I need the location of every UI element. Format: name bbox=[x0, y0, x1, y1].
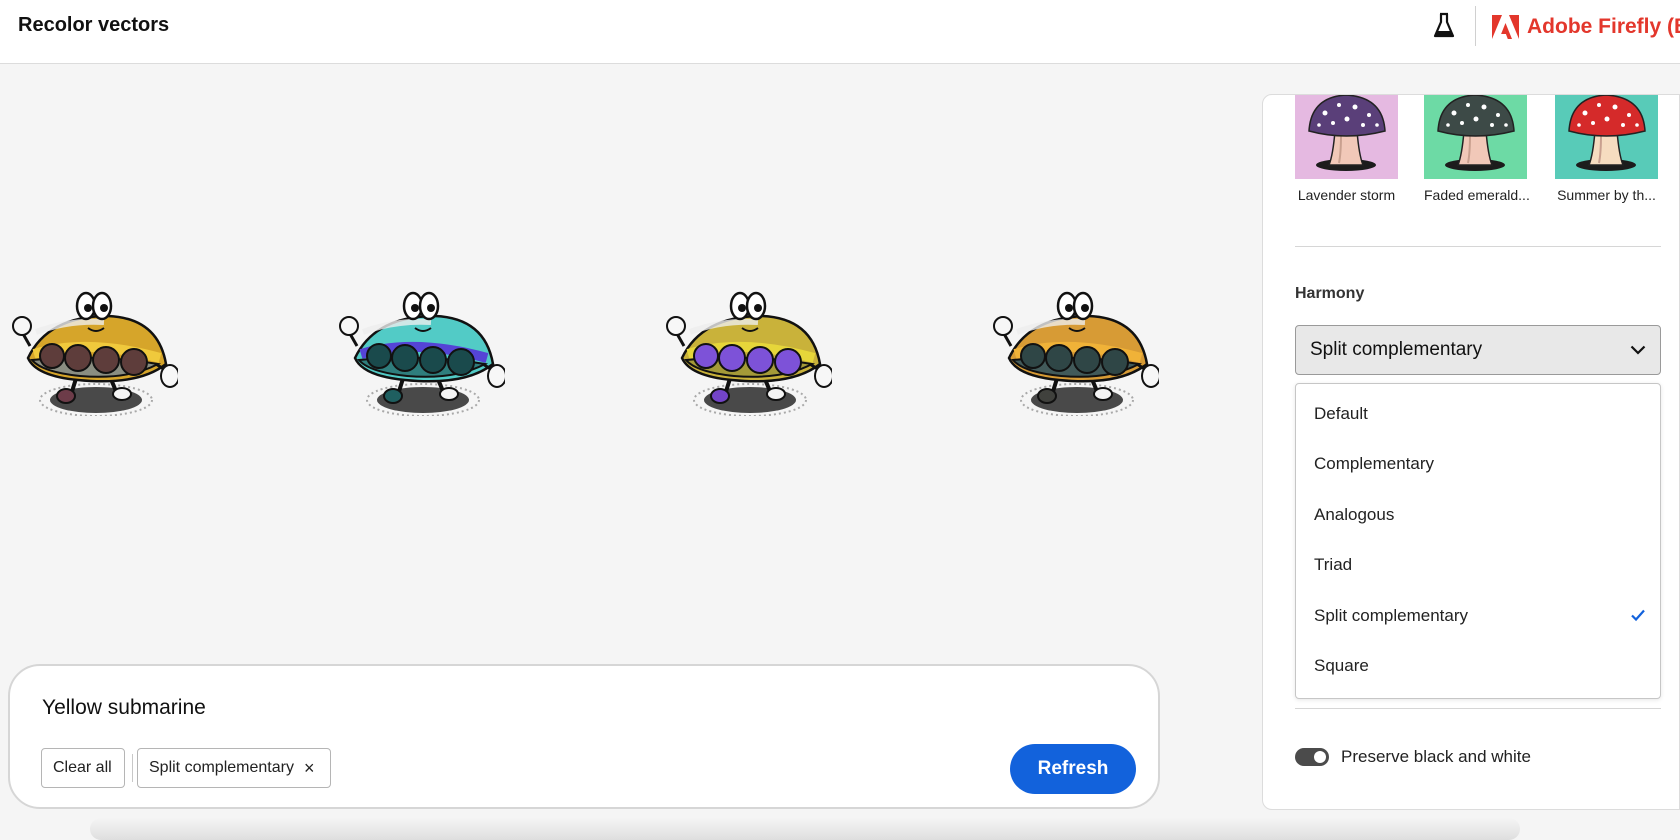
preserve-label: Preserve black and white bbox=[1341, 747, 1531, 766]
swatch-thumbnail bbox=[1295, 95, 1398, 179]
menu-item-complementary[interactable]: Complementary bbox=[1296, 442, 1660, 486]
swatch-label: Lavender storm bbox=[1297, 187, 1396, 203]
top-bar: Recolor vectors Adobe Firefly (Beta) bbox=[0, 0, 1680, 64]
prompt-box: Yellow submarine Clear all Split complem… bbox=[8, 664, 1160, 809]
harmony-dropdown-menu: Default Complementary Analogous Triad Sp… bbox=[1295, 383, 1661, 699]
swatch-faded-emerald[interactable]: Faded emerald... bbox=[1424, 95, 1530, 203]
menu-item-label: Split complementary bbox=[1314, 606, 1469, 625]
chip-divider bbox=[132, 754, 133, 782]
brand-link[interactable]: Adobe Firefly (Beta) bbox=[1492, 12, 1680, 42]
harmony-select-value: Split complementary bbox=[1310, 339, 1483, 360]
clear-all-button[interactable]: Clear all bbox=[41, 748, 125, 788]
bottom-shadow bbox=[90, 818, 1520, 840]
menu-item-triad[interactable]: Triad bbox=[1296, 543, 1660, 587]
preserve-toggle[interactable] bbox=[1295, 748, 1329, 766]
adobe-logo-icon bbox=[1492, 15, 1519, 39]
toggle-knob bbox=[1314, 751, 1326, 763]
menu-item-square[interactable]: Square bbox=[1296, 644, 1660, 688]
menu-item-split-complementary[interactable]: Split complementary bbox=[1296, 594, 1660, 638]
variation-thumbnail[interactable] bbox=[335, 276, 505, 416]
topbar-divider bbox=[1475, 6, 1476, 46]
harmony-tag-label: Split complementary bbox=[149, 759, 294, 776]
chevron-down-icon bbox=[1630, 345, 1646, 355]
divider bbox=[1295, 246, 1661, 247]
settings-panel: Lavender storm Faded emerald... Summer b… bbox=[1262, 94, 1680, 810]
swatch-label: Faded emerald... bbox=[1424, 187, 1530, 203]
checkmark-icon bbox=[1631, 609, 1645, 622]
flask-icon[interactable] bbox=[1432, 12, 1456, 40]
brand-name: Adobe Firefly (Beta) bbox=[1527, 15, 1680, 38]
swatch-summer[interactable]: Summer by th... bbox=[1555, 95, 1658, 203]
harmony-tag[interactable]: Split complementary × bbox=[137, 748, 331, 788]
variation-thumbnail[interactable] bbox=[8, 276, 178, 416]
preserve-toggle-row[interactable]: Preserve black and white bbox=[1295, 747, 1531, 767]
divider bbox=[1295, 708, 1661, 709]
menu-item-default[interactable]: Default bbox=[1296, 392, 1660, 436]
app-title: Recolor vectors bbox=[18, 14, 170, 36]
variation-thumbnail[interactable] bbox=[662, 276, 832, 416]
harmony-select[interactable]: Split complementary bbox=[1295, 325, 1661, 375]
swatch-lavender-storm[interactable]: Lavender storm bbox=[1295, 95, 1398, 203]
close-icon[interactable]: × bbox=[304, 759, 315, 777]
variation-thumbnail[interactable] bbox=[989, 276, 1159, 416]
swatch-thumbnail bbox=[1424, 95, 1527, 179]
swatch-thumbnail bbox=[1555, 95, 1658, 179]
harmony-heading: Harmony bbox=[1295, 285, 1365, 302]
refresh-button[interactable]: Refresh bbox=[1010, 744, 1136, 794]
swatch-label: Summer by th... bbox=[1557, 187, 1656, 203]
menu-item-analogous[interactable]: Analogous bbox=[1296, 493, 1660, 537]
prompt-input[interactable]: Yellow submarine bbox=[42, 696, 206, 720]
